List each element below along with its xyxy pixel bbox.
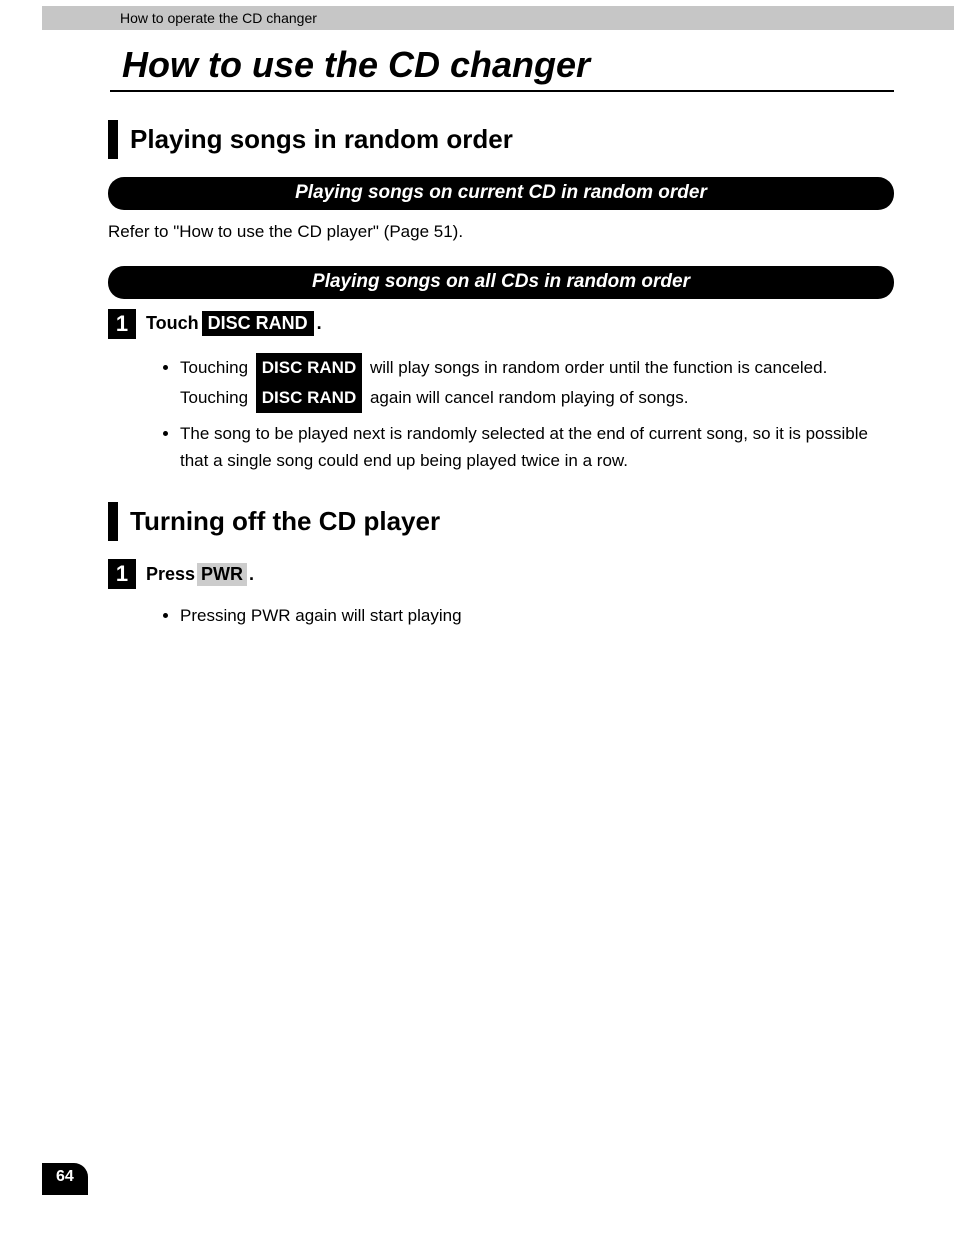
section-heading-turnoff: Turning off the CD player xyxy=(108,502,894,541)
disc-rand-button-label: DISC RAND xyxy=(256,383,362,413)
page-number-tab: 64 xyxy=(42,1163,88,1195)
list-item: Touching DISC RAND will play songs in ra… xyxy=(180,353,894,414)
step-post-text: . xyxy=(317,313,322,334)
step-row-press-pwr: 1 Press PWR . xyxy=(108,559,894,589)
list-item: The song to be played next is randomly s… xyxy=(180,421,894,474)
step-post-text: . xyxy=(249,564,254,585)
bullet-text: The song to be played next is randomly s… xyxy=(180,424,868,469)
bullet-post: again will cancel random playing of song… xyxy=(365,388,688,407)
bullet-list-random: Touching DISC RAND will play songs in ra… xyxy=(108,353,894,474)
header-breadcrumb-bar: How to operate the CD changer xyxy=(42,6,954,30)
bullet-text: Pressing PWR again will start playing xyxy=(180,606,462,625)
disc-rand-button-label: DISC RAND xyxy=(256,353,362,383)
step-number-badge: 1 xyxy=(108,309,136,339)
bullet-pre: Touching xyxy=(180,358,253,377)
breadcrumb-text: How to operate the CD changer xyxy=(120,10,317,26)
step-row-touch-disc-rand: 1 Touch DISC RAND . xyxy=(108,309,894,339)
step-pre-text: Touch xyxy=(146,313,199,334)
refer-text: Refer to "How to use the CD player" (Pag… xyxy=(108,220,894,244)
pill-all-cds: Playing songs on all CDs in random order xyxy=(108,266,894,299)
pwr-button-label: PWR xyxy=(197,563,247,586)
step-pre-text: Press xyxy=(146,564,195,585)
list-item: Pressing PWR again will start playing xyxy=(180,603,894,629)
title-underline xyxy=(110,90,894,92)
page-title: How to use the CD changer xyxy=(122,44,894,86)
disc-rand-button-label: DISC RAND xyxy=(202,311,314,336)
section-heading-random: Playing songs in random order xyxy=(108,120,894,159)
bullet-list-turnoff: Pressing PWR again will start playing xyxy=(108,603,894,629)
step-number-badge: 1 xyxy=(108,559,136,589)
pill-current-cd: Playing songs on current CD in random or… xyxy=(108,177,894,210)
